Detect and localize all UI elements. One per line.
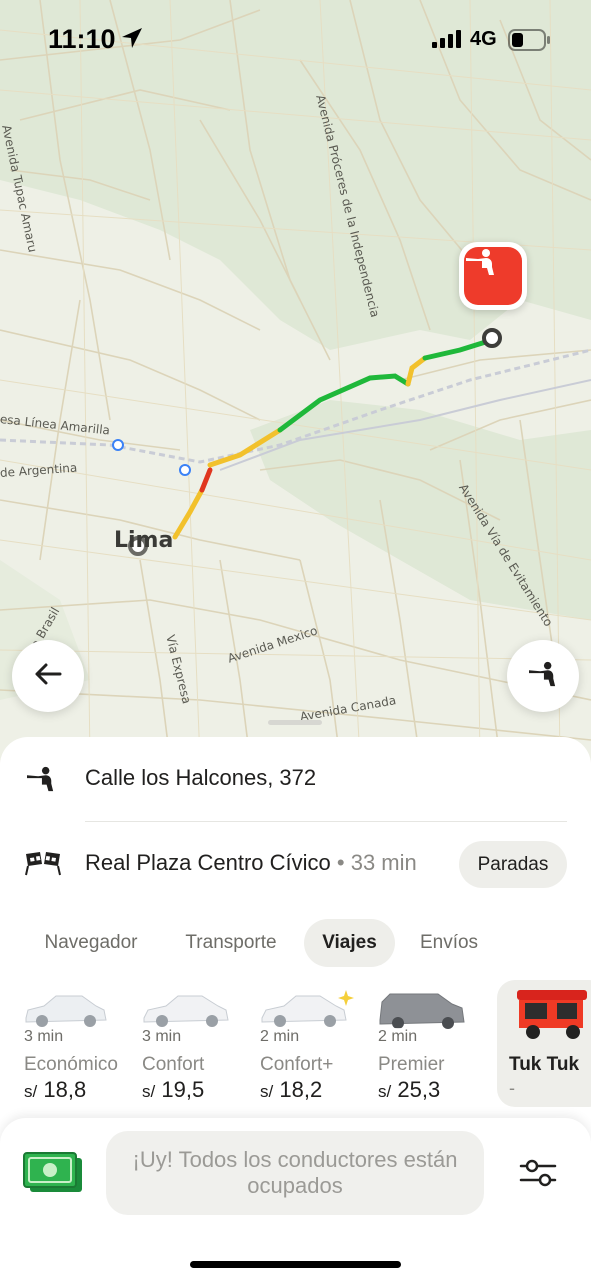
- checkered-flags-icon: [24, 850, 62, 881]
- destination-eta: • 33 min: [336, 850, 417, 875]
- tariff-confort[interactable]: 3 min Confort s/ 19,5: [142, 982, 258, 1106]
- person-hail-icon: [526, 660, 560, 693]
- tariff-eta: 2 min: [260, 1028, 303, 1046]
- destination-address: Real Plaza Centro Cívico • 33 min: [85, 850, 417, 876]
- cash-icon: [23, 1152, 82, 1192]
- tariff-price: s/ 25,3: [378, 1077, 441, 1102]
- location-arrow-icon: [120, 26, 144, 55]
- tariff-price: s/ 19,5: [142, 1077, 205, 1102]
- back-button[interactable]: [12, 640, 84, 712]
- status-bar: 11:10 4G: [0, 0, 591, 80]
- tariff-confort-plus[interactable]: 2 min Confort+ s/ 18,2: [260, 982, 376, 1106]
- map-canvas: [0, 0, 591, 760]
- order-settings-button[interactable]: [512, 1152, 564, 1194]
- tariff-premier[interactable]: 2 min Premier s/ 25,3: [378, 982, 494, 1106]
- city-label: Lima: [114, 528, 174, 553]
- tariff-name: Confort+: [260, 1054, 334, 1075]
- person-hail-icon: [24, 765, 58, 798]
- tab-transporte[interactable]: Transporte: [166, 919, 296, 967]
- origin-row[interactable]: Calle los Halcones, 372: [0, 737, 591, 817]
- tariff-name: Confort: [142, 1054, 205, 1075]
- tariff-eta: 3 min: [24, 1028, 67, 1046]
- tariff-economico[interactable]: 3 min Económico s/ 18,8: [24, 982, 140, 1106]
- car-icon: [379, 993, 465, 1029]
- tab-envios[interactable]: Envíos: [405, 919, 493, 967]
- arrow-left-icon: [34, 662, 62, 691]
- tab-viajes[interactable]: Viajes: [304, 919, 395, 967]
- tariff-tuk-tuk[interactable]: Tuk Tuk -: [497, 980, 591, 1107]
- car-icon: [143, 995, 229, 1027]
- tariff-price: s/ 18,8: [24, 1077, 87, 1102]
- order-status-message[interactable]: ¡Uy! Todos los conductores están ocupado…: [106, 1131, 484, 1215]
- tuk-tuk-icon: [517, 990, 587, 1039]
- tariff-eta: 2 min: [378, 1028, 421, 1046]
- pickup-pin[interactable]: [459, 242, 527, 310]
- tariff-eta: 3 min: [142, 1028, 185, 1046]
- sheet-handle[interactable]: [268, 720, 322, 725]
- map-view[interactable]: Avenida Tupac Amaru Avenida Próceres de …: [0, 0, 591, 760]
- origin-address: Calle los Halcones, 372: [85, 765, 317, 790]
- tariff-price: -: [509, 1078, 515, 1098]
- tariff-name: Tuk Tuk: [509, 1054, 580, 1075]
- destination-name: Real Plaza Centro Cívico: [85, 850, 331, 875]
- car-icon: [25, 995, 107, 1027]
- status-time: 11:10: [48, 24, 116, 54]
- stops-button[interactable]: Paradas: [459, 841, 567, 888]
- tariff-name: Premier: [378, 1054, 445, 1075]
- person-hail-icon: [464, 247, 522, 305]
- sliders-icon: [519, 1159, 557, 1187]
- tariff-name: Económico: [24, 1054, 118, 1075]
- payment-method-button[interactable]: [22, 1150, 84, 1196]
- home-indicator[interactable]: [190, 1261, 401, 1268]
- pickup-location-button[interactable]: [507, 640, 579, 712]
- network-type: 4G: [470, 28, 497, 50]
- battery-icon: [508, 29, 550, 56]
- tab-navegador[interactable]: Navegador: [26, 919, 156, 967]
- tariff-price: s/ 18,2: [260, 1077, 323, 1102]
- signal-icon: [432, 30, 464, 53]
- car-icon: [261, 990, 354, 1027]
